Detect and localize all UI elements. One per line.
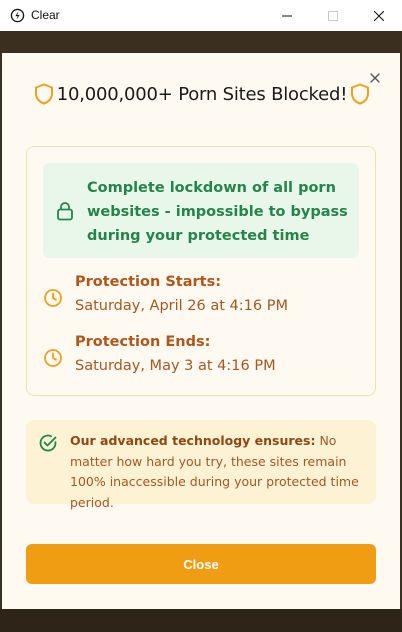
check-circle-icon [39,434,57,452]
technology-note-text: Our advanced technology ensures: No matt… [70,431,370,513]
shield-icon [35,83,53,105]
technology-note-strong: Our advanced technology ensures: [70,433,316,448]
shield-icon [351,83,369,105]
modal-heading: 10,000,000+ Porn Sites Blocked! [34,80,370,108]
protection-ends-label: Protection Ends: [75,334,211,350]
lock-icon [57,202,73,221]
protection-starts-value: Saturday, April 26 at 4:16 PM [75,298,288,314]
close-button[interactable]: Close [26,544,376,584]
minimize-icon [282,15,292,16]
background-overlay-top [0,31,402,53]
window-close-button[interactable] [356,0,402,31]
lockdown-text: Complete lockdown of all porn websites -… [87,180,348,244]
window-title: Clear [31,8,60,22]
background-overlay-bottom [0,609,402,632]
maximize-icon [328,10,338,21]
protection-ends-value: Saturday, May 3 at 4:16 PM [75,358,276,374]
protection-ends-row: Protection Ends: Saturday, May 3 at 4:16… [43,334,363,384]
page-title: 10,000,000+ Porn Sites Blocked! [56,83,348,105]
protection-starts-row: Protection Starts: Saturday, April 26 at… [43,274,363,324]
clock-icon [44,289,62,307]
maximize-button[interactable] [310,0,356,31]
minimize-button[interactable] [264,0,310,31]
clock-icon [44,349,62,367]
close-icon [374,10,384,21]
close-icon [370,73,380,83]
window-titlebar: Clear [0,0,402,31]
protection-starts-label: Protection Starts: [75,274,222,290]
app-icon [10,8,25,23]
